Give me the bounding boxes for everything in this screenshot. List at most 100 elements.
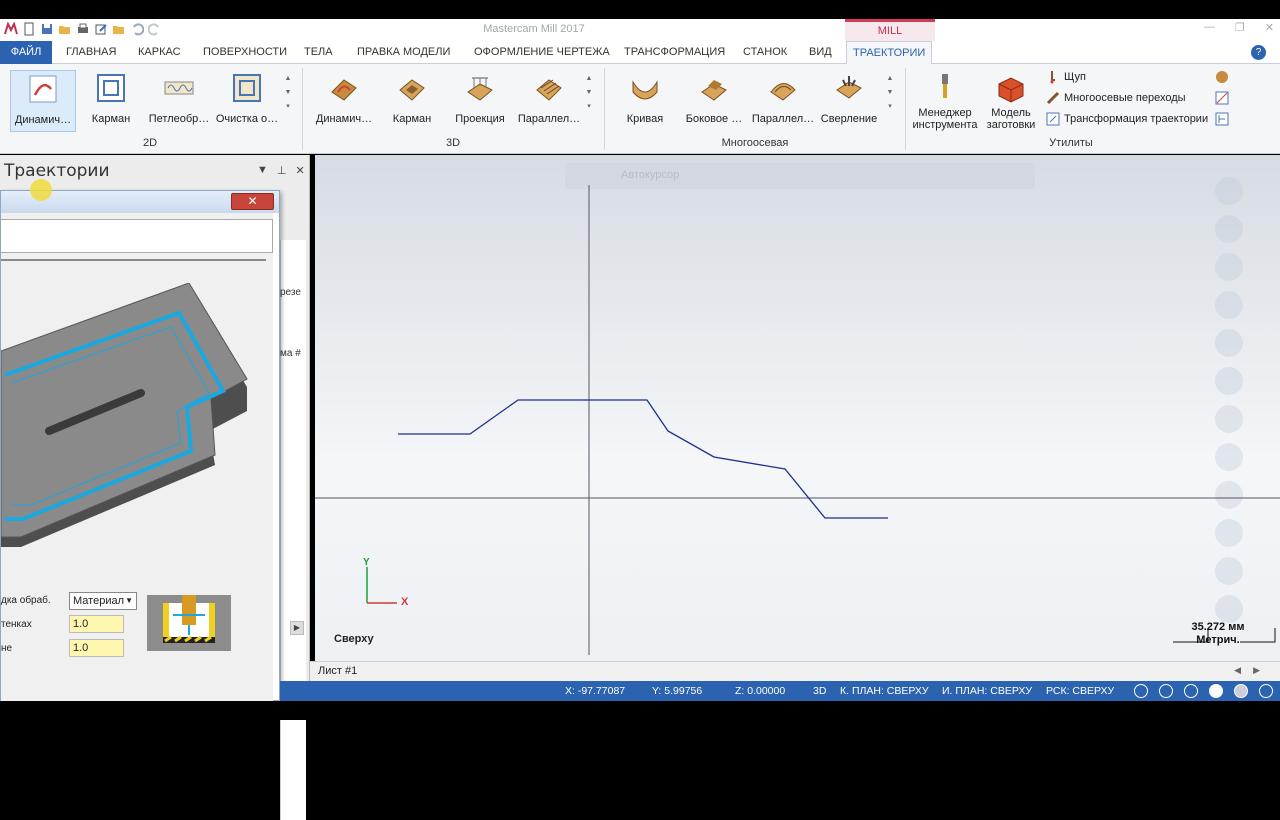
shaded-sphere-icon[interactable]: [1209, 684, 1223, 698]
stock-to-leave-diagram: [147, 595, 231, 651]
tab-home[interactable]: ГЛАВНАЯ: [60, 41, 122, 64]
tab-machine[interactable]: СТАНОК: [737, 41, 793, 64]
tool-manager-icon: [942, 74, 948, 98]
panel-controls: ▼ ⊥ ✕: [257, 164, 305, 177]
3d-pocket-button[interactable]: Карман: [384, 70, 440, 132]
util-extra-icon-3[interactable]: [1214, 111, 1230, 127]
3d-parallel-button[interactable]: Параллел…: [516, 70, 582, 132]
tab-transform[interactable]: ТРАНСФОРМАЦИЯ: [618, 41, 731, 64]
scale-unit: Метрич.: [1196, 634, 1240, 646]
2d-area-clear-button[interactable]: Очистка о…: [214, 70, 280, 132]
util-extra-icon-2[interactable]: [1214, 90, 1230, 106]
tab-solids[interactable]: ТЕЛА: [298, 41, 339, 64]
status-cplane[interactable]: К. ПЛАН: СВЕРХУ: [840, 685, 929, 697]
status-z-coordinate[interactable]: Z: 0.00000: [735, 685, 785, 697]
panel-dropdown-icon[interactable]: ▼: [257, 164, 268, 177]
gallery-scroll-multiaxis[interactable]: ▲ ▼ ▾: [885, 72, 895, 128]
multiaxis-parallel-button[interactable]: Параллел…: [750, 70, 816, 132]
panel-pin-icon[interactable]: ⊥: [277, 164, 287, 177]
3d-dynamic-icon: [331, 79, 357, 101]
geometry-canvas: [315, 185, 1280, 655]
tool-manager-button[interactable]: Менеджер инструмента: [912, 70, 978, 132]
panel-close-icon[interactable]: ✕: [295, 164, 304, 177]
area-clear-icon: [233, 74, 261, 102]
toolpath-parameters-dialog: ✕ дка обраб. Материал ▼ тенках 1.0 не 1.…: [0, 190, 280, 702]
panel-tree-area: [280, 240, 306, 820]
title-bar: Mastercam Mill 2017 MILL — ❐ ✕: [0, 19, 1280, 41]
sheet-tab-1[interactable]: Лист #1: [318, 665, 357, 677]
chain-geometry[interactable]: [398, 399, 888, 519]
dialog-close-button[interactable]: ✕: [231, 193, 274, 210]
status-bar: X: -97.77087 Y: 5.99756 Z: 0.00000 3D К.…: [280, 681, 1280, 701]
transparency-icon[interactable]: [1259, 684, 1273, 698]
3d-project-button[interactable]: Проекция: [448, 70, 512, 132]
stock-method-select[interactable]: Материал ▼: [69, 592, 137, 610]
restore-icon[interactable]: ❐: [1235, 21, 1245, 34]
dialog-divider: [1, 259, 266, 261]
dialog-body: дка обраб. Материал ▼ тенках 1.0 не 1.0: [1, 213, 273, 702]
tab-drafting[interactable]: ОФОРМЛЕНИЕ ЧЕРТЕЖА: [468, 41, 616, 64]
grid-globe-icon[interactable]: [1159, 684, 1173, 698]
multiaxis-parallel-label: Параллел…: [751, 113, 815, 125]
render-sphere-icon[interactable]: [1234, 684, 1248, 698]
status-x-coordinate: X: -97.77087: [565, 685, 626, 697]
status-wcs[interactable]: РСК: СВЕРХУ: [1046, 685, 1114, 697]
tab-model-prep[interactable]: ПРАВКА МОДЕЛИ: [351, 41, 456, 64]
toolpath-transform-label: Трансформация траектории: [1064, 113, 1209, 125]
help-icon[interactable]: ?: [1251, 45, 1266, 60]
minimize-icon[interactable]: —: [1204, 21, 1215, 34]
dialog-top-field[interactable]: [1, 219, 273, 253]
globe-icon[interactable]: [1134, 684, 1148, 698]
toolpath-transform-button[interactable]: Трансформация траектории: [1046, 110, 1208, 128]
stock-floor-label: не: [1, 643, 13, 654]
tab-toolpaths[interactable]: ТРАЕКТОРИИ: [846, 41, 933, 65]
stock-model-button[interactable]: Модель заготовки: [980, 70, 1042, 132]
2d-peel-label: Петлеобр…: [148, 113, 210, 125]
2d-pocket-label: Карман: [91, 113, 131, 125]
multiaxis-curve-button[interactable]: Кривая: [616, 70, 674, 132]
graphics-viewport[interactable]: Автокурсор Y X Сверху 35.272 мм Метрич.: [315, 155, 1280, 661]
status-tplane[interactable]: И. ПЛАН: СВЕРХУ: [942, 685, 1032, 697]
3d-pocket-label: Карман: [392, 113, 432, 125]
multiaxis-curve-label: Кривая: [626, 113, 664, 125]
stock-floor-input[interactable]: 1.0: [69, 639, 124, 657]
3d-dynamic-label: Динамич…: [315, 113, 373, 125]
3d-dynamic-button[interactable]: Динамич…: [312, 70, 376, 132]
y-axis-label: Y: [363, 557, 370, 568]
letterbox-bottom: [0, 701, 1280, 720]
multiaxis-swarf-button[interactable]: Боковое …: [682, 70, 746, 132]
2d-peel-button[interactable]: Петлеобр…: [146, 70, 212, 132]
tab-view[interactable]: ВИД: [803, 41, 838, 64]
scale-indicator: 35.272 мм Метрич.: [1173, 621, 1265, 647]
panel-scroll-right-icon[interactable]: ▶: [290, 621, 304, 635]
close-window-icon[interactable]: ✕: [1265, 21, 1274, 34]
panel-side-text-1: резе: [280, 287, 301, 298]
util-extra-icon-1[interactable]: [1214, 69, 1230, 85]
status-mode[interactable]: 3D: [813, 685, 826, 697]
stock-walls-input[interactable]: 1.0: [69, 615, 124, 633]
sheet-tabs-bar: Лист #1 ◀▶: [310, 661, 1280, 681]
2d-dynamic-button[interactable]: Динамич…: [10, 70, 76, 132]
window-controls: — ❐ ✕: [1204, 21, 1274, 34]
panel-title: Траектории: [4, 161, 110, 181]
drill-icon: [836, 76, 862, 99]
stock-method-label: дка обраб.: [1, 595, 51, 606]
gallery-scroll-3d[interactable]: ▲ ▼ ▾: [584, 72, 594, 128]
multiaxis-linking-button[interactable]: Многоосевые переходы: [1046, 89, 1186, 107]
2d-area-clear-label: Очистка о…: [215, 113, 279, 125]
probe-label: Щуп: [1064, 71, 1087, 83]
chevron-down-icon: ▼: [125, 596, 133, 605]
tab-file[interactable]: ФАЙЛ: [0, 41, 52, 64]
probe-icon: [1050, 71, 1055, 84]
2d-pocket-button[interactable]: Карман: [84, 70, 138, 132]
tool-manager-label-2: инструмента: [912, 119, 978, 131]
tab-surfaces[interactable]: ПОВЕРХНОСТИ: [197, 41, 293, 64]
letterbox-top: [0, 0, 1280, 19]
tab-wireframe[interactable]: КАРКАС: [132, 41, 187, 64]
stock-model-label-2: заготовки: [986, 119, 1036, 131]
wire-globe-icon[interactable]: [1184, 684, 1198, 698]
probe-button[interactable]: Щуп: [1046, 68, 1086, 86]
gallery-scroll-2d[interactable]: ▲ ▼ ▾: [283, 72, 293, 128]
multiaxis-drill-button[interactable]: Сверление: [818, 70, 880, 132]
sheet-scroll-arrows[interactable]: ◀▶: [1234, 665, 1272, 676]
